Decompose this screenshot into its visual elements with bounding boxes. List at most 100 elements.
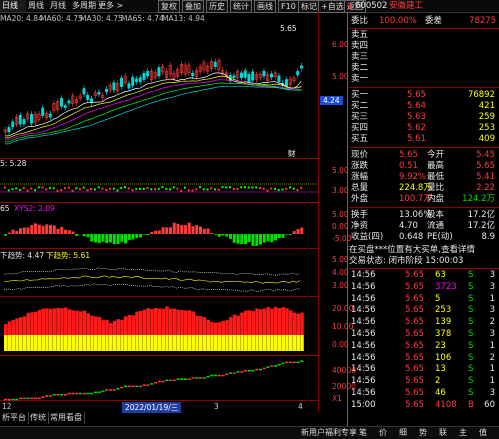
vol-mark: [214, 375, 217, 377]
buy-label: 买一: [351, 90, 368, 101]
ind2-bar: [15, 231, 18, 234]
ind4-base: [79, 335, 83, 351]
ind2-label: 65: [0, 204, 10, 213]
tick-price: 5.65: [405, 388, 424, 399]
flag-icon: ▮: [349, 1, 353, 12]
tick-price: 5.65: [405, 376, 424, 387]
candle-body: [263, 71, 265, 76]
candle-body: [135, 79, 137, 81]
vol-mark: [75, 393, 78, 395]
vol-mark: [267, 366, 270, 368]
tick-price: 5.65: [405, 364, 424, 375]
candle-body: [113, 83, 115, 90]
vol-mark: [34, 398, 37, 400]
ind4-base: [23, 335, 27, 351]
ind1-dot: [210, 187, 212, 189]
ind4-bar: [87, 313, 91, 335]
ind2-bar: [207, 229, 210, 234]
ind1-dot: [180, 190, 182, 192]
ind4-bar: [150, 309, 154, 335]
vol-mark: [293, 362, 296, 364]
ind4-base: [293, 335, 297, 351]
vol-mark: [94, 392, 97, 394]
ind4-bar: [158, 309, 162, 335]
ind4-base: [297, 335, 301, 351]
vol-mark: [233, 372, 236, 374]
ind4-bar: [8, 321, 12, 335]
buy-volume: 259: [479, 112, 495, 123]
stat-label: 今开: [427, 150, 444, 161]
ind1-dot: [195, 188, 197, 190]
tick-flag: S: [468, 270, 473, 281]
vol-mark: [274, 365, 277, 367]
tick-volume: 4108: [435, 400, 457, 411]
ind4-base: [177, 335, 181, 351]
weicha-value: 78275: [469, 16, 496, 27]
vol-mark: [199, 377, 202, 379]
ind1-dot: [68, 187, 70, 189]
big-order-notice[interactable]: 在买盘***位置有大买单,查看详情: [349, 245, 475, 256]
ind4-bar: [68, 309, 72, 335]
x-label-12: 12: [2, 402, 12, 411]
buy-label: 买五: [351, 134, 368, 145]
buy-volume: 409: [479, 134, 495, 145]
tab-analysis-platform[interactable]: 析平台: [0, 412, 29, 424]
stat2-label: 流通: [427, 221, 444, 232]
ind1-dot: [184, 187, 186, 189]
tab-jia[interactable]: 价: [376, 427, 390, 439]
tab-bi[interactable]: 笔: [356, 427, 370, 439]
ind2-bar: [109, 234, 112, 243]
ind4-base: [98, 335, 102, 351]
ind1-dot: [23, 187, 25, 189]
add-favorite-button[interactable]: +自选: [318, 0, 347, 13]
tab-daily[interactable]: 日线: [0, 0, 26, 12]
ind2-bar: [199, 227, 202, 234]
vol-mark: [188, 378, 191, 380]
ind4-bar: [139, 311, 143, 335]
ind2-bar: [75, 234, 78, 236]
stat-value: 5.41: [476, 172, 495, 183]
tab-more[interactable]: 更多 >: [96, 0, 125, 12]
ind1-dot: [128, 187, 130, 189]
tab-monthly[interactable]: 月线: [48, 0, 68, 12]
candle-body: [49, 114, 51, 117]
ind4-base: [192, 335, 196, 351]
ind4-base: [252, 335, 256, 351]
ind4-bar: [98, 317, 102, 335]
ind1-dot: [225, 186, 227, 188]
tab-common-view[interactable]: 常用看盘: [48, 412, 85, 424]
candle-body: [98, 92, 100, 94]
stat-label: 涨跌: [351, 161, 368, 172]
ind2-bar: [173, 223, 176, 234]
ind1-dot: [297, 189, 299, 191]
ind1-dot: [49, 187, 51, 189]
ind4-base: [45, 335, 49, 351]
chart-right-border: [318, 12, 319, 412]
ind4-bar: [218, 322, 222, 335]
vol-mark: [229, 372, 232, 374]
tab-weekly[interactable]: 周线: [26, 0, 46, 12]
ind4-base: [75, 335, 79, 351]
ind2-bar: [30, 225, 33, 234]
stat-label: 量比: [427, 183, 444, 194]
sell-label: 卖二: [351, 63, 368, 74]
tab-shi[interactable]: 势: [416, 427, 430, 439]
tab-traditional[interactable]: 传统: [28, 412, 49, 424]
tab-lian[interactable]: 联: [436, 427, 450, 439]
tick-price: 5.65: [405, 400, 424, 411]
tab-zhi[interactable]: 值: [476, 427, 490, 439]
welfare-link[interactable]: 新用户福利专享: [298, 427, 360, 439]
tick-count: 1: [490, 341, 495, 352]
tick-volume: 23: [435, 341, 446, 352]
ind4-bar: [154, 308, 158, 335]
tab-multi-period[interactable]: 多周期: [70, 0, 98, 12]
cai-marker: 财: [288, 148, 296, 159]
ind4-base: [87, 335, 91, 351]
tab-xi[interactable]: 细: [396, 427, 410, 439]
ind4-base: [278, 335, 282, 351]
ind2-bar: [289, 234, 292, 235]
tab-zhu[interactable]: 主: [456, 427, 470, 439]
candle-body: [244, 71, 246, 78]
ind2-bar: [64, 230, 67, 234]
ind1-dot: [38, 186, 40, 188]
